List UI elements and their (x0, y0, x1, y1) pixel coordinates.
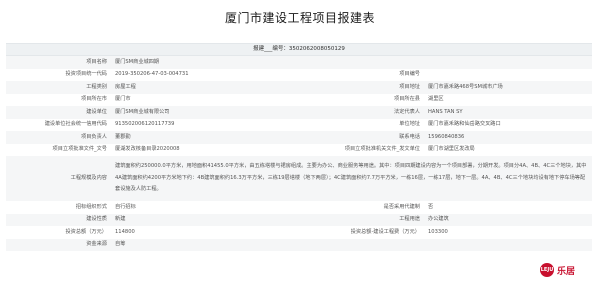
field-label: 联系电话 (296, 131, 424, 144)
report-number-sep: 编号 (272, 46, 284, 52)
field-value: 2019-350206-47-03-004731 (115, 71, 189, 78)
form-row: 项目立项批准文件_文号 厦湖发改核备目录2020008 项目立项批准机关文件_发文单… (6, 144, 592, 157)
report-number-row: 报建___编号：3502062008050129 (6, 43, 592, 56)
field-label: 建设性质 (6, 213, 111, 226)
field-label: 建设单位 (6, 106, 111, 119)
field-value: 15960840836 (424, 131, 593, 144)
field-label: 工程规模及内容 (6, 156, 111, 201)
field-label: 工程用途 (296, 213, 424, 226)
form-row: 工程类别 房屋工程 项目地址 厦门市嘉禾路468号SM城市广场 (6, 81, 593, 94)
project-form-table: 项目名称 厦门SM商业城四期 投资项目统一代码 2019-350206-47-03-0… (6, 56, 593, 251)
field-label: 建设单位社会统一信用代码 (44, 121, 107, 128)
field-value: 新建 (111, 213, 296, 226)
report-number-value: 3502062008050129 (288, 46, 345, 52)
field-label: 项目所在市 (81, 96, 107, 103)
field-value: 董郡勤 (111, 131, 296, 144)
field-value: 厦门市湖里区发改局 (428, 146, 475, 153)
form-row: 资金来源 自筹 (6, 238, 593, 251)
field-label: 投资项目统一代码 (65, 71, 107, 78)
field-label: 项目名称 (6, 56, 111, 69)
leju-logo-icon: LEJU (540, 263, 554, 277)
field-value: 913502006120117739 (115, 121, 175, 128)
field-value: 湖里区 (428, 96, 444, 103)
form-row: 招标组织形式 自行招标 是否采用代建制 否 (6, 201, 592, 214)
form-row: 工程规模及内容 建筑面积约250000.0平方米，用地面积41455.0平方米，由… (6, 156, 593, 201)
field-label: 投资总额（万元） (65, 228, 107, 235)
form-row: 项目所在市 厦门市 项目所在县 湖里区 (6, 94, 592, 107)
field-value: 103300 (428, 228, 448, 235)
field-value: 厦门SM商业城四期 (111, 56, 593, 69)
form-row: 建设单位社会统一信用代码 913502006120117739 单位地址 厦门市嘉禾路… (6, 119, 592, 132)
field-label: 项目编号 (399, 71, 420, 78)
form-row: 项目负责人 董郡勤 联系电话 15960840836 (6, 131, 593, 144)
form-row: 项目名称 厦门SM商业城四期 (6, 56, 593, 69)
field-value: 厦门SM商业城有限公司 (111, 106, 296, 119)
field-value (424, 69, 592, 82)
field-value: HANS TAN SY (424, 106, 593, 119)
leju-logo: LEJU 乐居 (540, 263, 598, 279)
field-label: 资金来源 (6, 238, 111, 251)
field-value: 114800 (115, 228, 135, 235)
field-value: 建筑面积约250000.0平方米，用地面积41455.0平方米，由五栋塔楼与裙房… (111, 156, 593, 201)
field-value: 否 (428, 203, 434, 210)
field-label: 项目立项批准机关文件_发文单位 (344, 146, 420, 153)
field-value: 厦门市嘉禾路和仙岳路交叉路口 (428, 121, 501, 128)
field-value: 自行招标 (115, 203, 136, 210)
field-label: 是否采用代建制 (383, 203, 420, 210)
field-label: 项目地址 (296, 81, 424, 94)
field-label: 招标组织形式 (75, 203, 107, 210)
page-title: 厦门市建设工程项目报建表 (224, 11, 375, 25)
form-row: 投资项目统一代码 2019-350206-47-03-004731 项目编号 (6, 69, 592, 82)
form-row: 建设性质 新建 工程用途 办公建筑 (6, 213, 593, 226)
field-label: 单位地址 (399, 121, 420, 128)
field-label: 法定代表人 (296, 106, 424, 119)
field-value: 厦门市 (115, 96, 131, 103)
field-value: 厦门市嘉禾路468号SM城市广场 (424, 81, 593, 94)
field-label: 工程类别 (6, 81, 111, 94)
form-row: 投资总额（万元） 114800 投资总额-建设工程费（万元） 103300 (6, 226, 592, 239)
field-value: 自筹 (111, 238, 593, 251)
field-value: 房屋工程 (111, 81, 296, 94)
field-label: 项目负责人 (6, 131, 111, 144)
leju-logo-text: 乐居 (557, 267, 576, 277)
field-value: 厦湖发改核备目录2020008 (115, 146, 180, 153)
field-label: 项目所在县 (394, 96, 420, 103)
field-label: 项目立项批准文件_文号 (52, 146, 107, 153)
field-value: 办公建筑 (424, 213, 593, 226)
field-label: 投资总额-建设工程费（万元） (350, 228, 420, 235)
report-number-label: 报建 (253, 46, 265, 52)
form-row: 建设单位 厦门SM商业城有限公司 法定代表人 HANS TAN SY (6, 106, 593, 119)
